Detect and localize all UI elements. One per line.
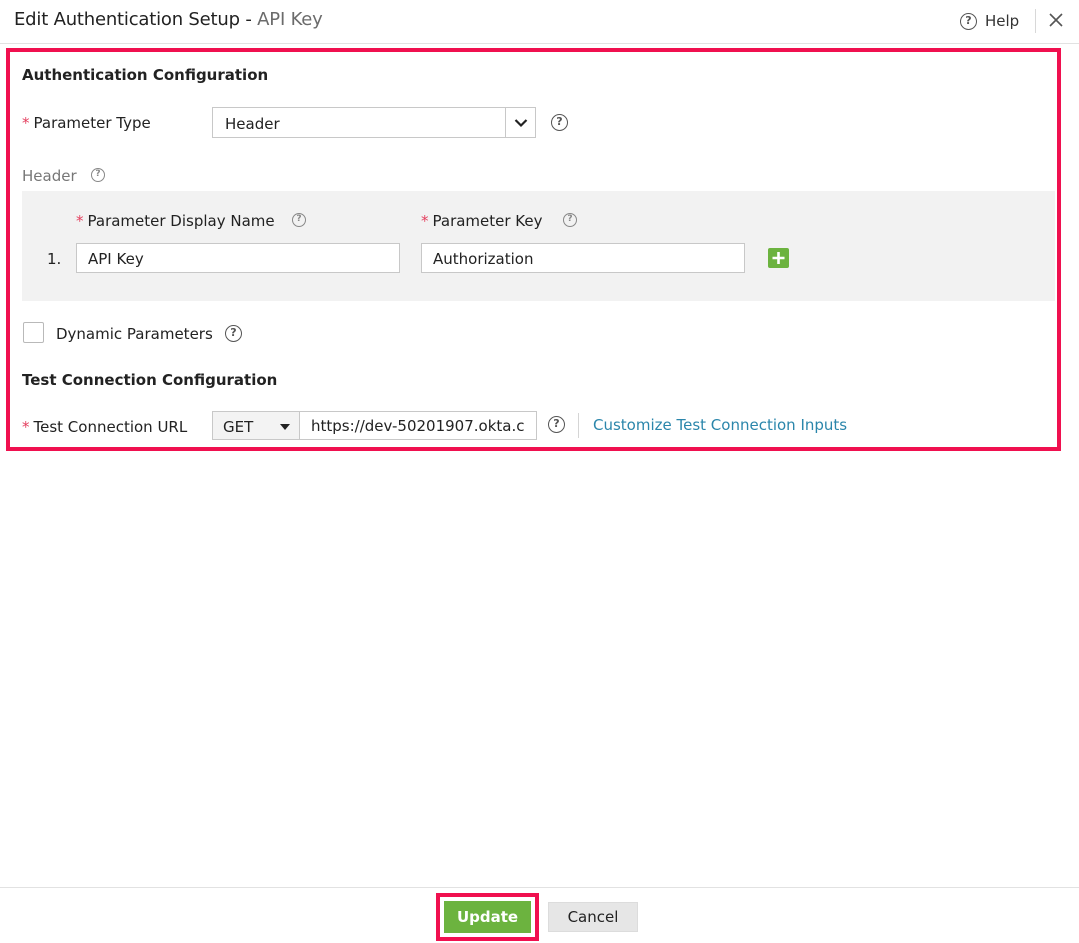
parameter-type-label: * Parameter Type <box>22 114 151 132</box>
required-marker: * <box>76 212 84 230</box>
dynamic-parameters-label: Dynamic Parameters <box>56 325 213 343</box>
close-icon[interactable] <box>1046 10 1066 30</box>
dialog-subtitle: API Key <box>257 9 323 30</box>
display-name-label-text: Parameter Display Name <box>87 212 275 230</box>
help-icon: ? <box>960 12 977 30</box>
dialog-footer <box>0 887 1079 943</box>
parameter-type-label-text: Parameter Type <box>33 114 151 132</box>
http-method-select[interactable]: GET <box>212 411 300 440</box>
parameter-key-label-text: Parameter Key <box>432 212 543 230</box>
customize-test-connection-link[interactable]: Customize Test Connection Inputs <box>593 416 847 434</box>
required-marker: * <box>22 114 30 132</box>
parameter-type-help-icon[interactable]: ? <box>551 114 568 131</box>
test-url-help-icon[interactable]: ? <box>548 416 565 433</box>
parameter-key-label: * Parameter Key <box>421 212 543 230</box>
required-marker: * <box>22 418 30 436</box>
display-name-label: * Parameter Display Name <box>76 212 275 230</box>
header-help-icon[interactable]: ? <box>91 168 105 182</box>
add-parameter-button[interactable] <box>768 248 789 268</box>
chevron-down-icon[interactable] <box>505 108 535 137</box>
parameter-type-select[interactable]: Header <box>212 107 536 138</box>
row-index: 1. <box>47 250 62 268</box>
dialog-title-separator: - <box>239 9 258 30</box>
cancel-button[interactable]: Cancel <box>548 902 638 932</box>
dialog-header: Edit Authentication Setup - API Key ? He… <box>0 0 1079 44</box>
display-name-help-icon[interactable]: ? <box>292 213 306 227</box>
header-divider <box>1035 9 1036 33</box>
header-group-label: Header <box>22 167 77 185</box>
plus-icon <box>772 252 785 264</box>
dialog-title-main: Edit Authentication Setup <box>14 9 240 30</box>
parameter-type-value: Header <box>225 115 280 133</box>
dynamic-parameters-checkbox[interactable] <box>23 322 44 343</box>
parameter-key-input[interactable]: Authorization <box>421 243 745 273</box>
test-url-input[interactable]: https://dev-50201907.okta.c <box>299 411 537 440</box>
dialog-title: Edit Authentication Setup - API Key <box>14 9 323 30</box>
required-marker: * <box>421 212 429 230</box>
help-label: Help <box>985 12 1020 30</box>
display-name-input[interactable]: API Key <box>76 243 400 273</box>
update-button[interactable]: Update <box>444 901 531 933</box>
caret-down-icon <box>280 424 290 430</box>
test-url-label: * Test Connection URL <box>22 418 187 436</box>
dynamic-parameters-help-icon[interactable]: ? <box>225 325 242 342</box>
test-url-label-text: Test Connection URL <box>33 418 188 436</box>
parameter-key-help-icon[interactable]: ? <box>563 213 577 227</box>
http-method-value: GET <box>223 418 254 436</box>
help-button[interactable]: ? Help <box>960 10 1019 32</box>
test-config-section-title: Test Connection Configuration <box>22 371 278 389</box>
link-divider <box>578 413 579 438</box>
auth-config-section-title: Authentication Configuration <box>22 66 269 84</box>
update-highlight-box: Update <box>436 893 539 941</box>
